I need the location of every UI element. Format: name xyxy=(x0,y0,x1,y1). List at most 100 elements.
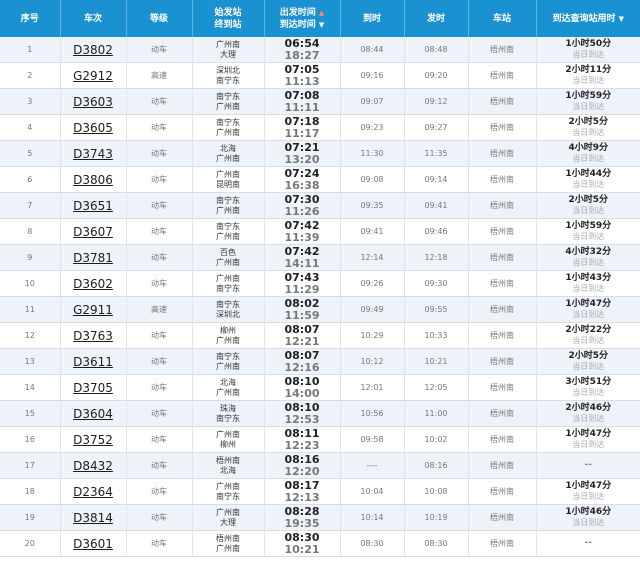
row-seq: 9 xyxy=(0,244,61,271)
row-station: 梧州南 xyxy=(468,322,537,349)
sort-ascending-icon[interactable]: ▲ xyxy=(319,9,324,17)
duration-value: -- xyxy=(584,460,592,470)
col-dep-arr-sort[interactable]: 出发时间 ▲ 到达时间 ▼ xyxy=(264,0,341,37)
arrival-time: 16:38 xyxy=(284,178,320,192)
col-arrive: 到时 xyxy=(340,0,405,37)
train-number-link[interactable]: D3602 xyxy=(73,277,113,291)
destination-station: 广州南 xyxy=(216,387,240,397)
train-number-link[interactable]: D3802 xyxy=(73,43,113,57)
row-seq: 3 xyxy=(0,88,61,115)
arrival-time: 11:17 xyxy=(284,126,320,140)
row-stations: 北海 广州南 xyxy=(192,374,265,401)
row-stations: 广州南 大理 xyxy=(192,504,265,531)
train-number-link[interactable]: D3743 xyxy=(73,147,113,161)
col-station: 车站 xyxy=(468,0,537,37)
arrival-time: 11:11 xyxy=(284,100,320,114)
departure-time: 08:17 xyxy=(284,478,320,492)
arrival-time: 11:13 xyxy=(284,74,320,88)
row-stations: 梧州南 北海 xyxy=(192,452,265,479)
same-day-note: 当日到达 xyxy=(572,284,605,293)
train-number-link[interactable]: D3603 xyxy=(73,95,113,109)
departure-time: 07:05 xyxy=(284,62,320,76)
row-arrive-at-station: ---- xyxy=(340,452,405,479)
table-row: 8 D3607 动车 南宁东 广州南 07:42 11:39 09:41 09:46 梧州南 1小时… xyxy=(0,218,640,245)
col-grade: 等级 xyxy=(126,0,193,37)
table-row: 2 G2912 高速 深圳北 南宁东 07:05 11:13 09:16 09:20 梧州南 2小时… xyxy=(0,62,640,89)
arrival-time: 11:39 xyxy=(284,230,320,244)
train-number-link[interactable]: D3814 xyxy=(73,511,113,525)
row-seq: 10 xyxy=(0,270,61,297)
train-number-link[interactable]: D3806 xyxy=(73,173,113,187)
row-train-type: 动车 xyxy=(126,37,193,63)
row-arrive-at-station: 09:49 xyxy=(340,296,405,323)
table-row: 1 D3802 动车 广州南 大理 06:54 18:27 08:44 08:48 梧州南 1小时5… xyxy=(0,37,640,63)
train-number-link[interactable]: D3752 xyxy=(73,433,113,447)
row-station: 梧州南 xyxy=(468,114,537,141)
row-duration: 2小时11分 当日到达 xyxy=(536,62,640,89)
row-seq: 7 xyxy=(0,192,61,219)
row-times: 06:54 18:27 xyxy=(264,37,341,63)
train-number-link[interactable]: D3604 xyxy=(73,407,113,421)
row-train-type: 动车 xyxy=(126,504,193,531)
train-number-link[interactable]: D3605 xyxy=(73,121,113,135)
row-depart-from-station: 11:00 xyxy=(404,400,469,427)
row-stations: 北海 广州南 xyxy=(192,140,265,167)
row-train-type: 动车 xyxy=(126,426,193,453)
row-depart-from-station: 09:30 xyxy=(404,270,469,297)
row-train-type: 动车 xyxy=(126,140,193,167)
train-number-link[interactable]: G2911 xyxy=(73,303,113,317)
origin-station: 南宁东 xyxy=(216,299,240,309)
origin-station: 广州南 xyxy=(216,169,240,179)
train-number-link[interactable]: D3781 xyxy=(73,251,113,265)
train-number-link[interactable]: G2912 xyxy=(73,69,113,83)
sort-dropdown-icon[interactable]: ▼ xyxy=(619,15,624,23)
train-number-link[interactable]: D3705 xyxy=(73,381,113,395)
train-number-link[interactable]: D2364 xyxy=(73,485,113,499)
row-depart-from-station: 10:21 xyxy=(404,348,469,375)
train-number-link[interactable]: D8432 xyxy=(73,459,113,473)
row-train-cell: D3802 xyxy=(60,37,127,63)
row-station: 梧州南 xyxy=(468,374,537,401)
departure-time: 07:42 xyxy=(284,218,320,232)
train-number-link[interactable]: D3601 xyxy=(73,537,113,551)
table-row: 4 D3605 动车 南宁东 广州南 07:18 11:17 09:23 09:27 梧州南 2小时… xyxy=(0,114,640,141)
train-number-link[interactable]: D3763 xyxy=(73,329,113,343)
row-train-cell: D3752 xyxy=(60,426,127,453)
origin-station: 广州南 xyxy=(216,507,240,517)
destination-station: 北海 xyxy=(220,465,236,475)
destination-station: 南宁东 xyxy=(216,75,240,85)
table-row: 20 D3601 动车 梧州南 广州南 08:30 10:21 08:30 08:30 梧州南 -- xyxy=(0,530,640,557)
train-timetable: 序号 车次 等级 始发站 终到站 出发时间 ▲ 到达时间 ▼ 到时 发时 车站 xyxy=(0,0,640,557)
sort-descending-icon[interactable]: ▼ xyxy=(319,21,324,29)
row-arrive-at-station: 09:26 xyxy=(340,270,405,297)
row-duration: 1小时59分 当日到达 xyxy=(536,88,640,115)
row-depart-from-station: 10:33 xyxy=(404,322,469,349)
row-arrive-at-station: 09:35 xyxy=(340,192,405,219)
col-dest-label: 终到站 xyxy=(214,19,242,30)
departure-time: 08:30 xyxy=(284,530,320,544)
row-train-cell: G2911 xyxy=(60,296,127,323)
train-number-link[interactable]: D3651 xyxy=(73,199,113,213)
row-times: 08:16 12:20 xyxy=(264,452,341,479)
row-duration: 1小时59分 当日到达 xyxy=(536,218,640,245)
train-number-link[interactable]: D3607 xyxy=(73,225,113,239)
arrival-time: 14:00 xyxy=(284,386,320,400)
row-seq: 8 xyxy=(0,218,61,245)
row-seq: 12 xyxy=(0,322,61,349)
table-row: 6 D3806 动车 广州南 昆明南 07:24 16:38 09:08 09:14 梧州南 1小时… xyxy=(0,166,640,193)
row-duration: 1小时46分 当日到达 xyxy=(536,504,640,531)
duration-value: 2小时5分 xyxy=(568,195,609,205)
row-seq: 11 xyxy=(0,296,61,323)
duration-value: 1小时43分 xyxy=(565,273,612,283)
row-station: 梧州南 xyxy=(468,62,537,89)
train-number-link[interactable]: D3611 xyxy=(73,355,113,369)
same-day-note: 当日到达 xyxy=(572,258,605,267)
table-row: 5 D3743 动车 北海 广州南 07:21 13:20 11:30 11:35 梧州南 4小时9… xyxy=(0,140,640,167)
row-depart-from-station: 12:18 xyxy=(404,244,469,271)
table-row: 15 D3604 动车 珠海 南宁东 08:10 12:53 10:56 11:00 梧州南 2小时… xyxy=(0,400,640,427)
origin-station: 百色 xyxy=(220,247,236,257)
row-arrive-at-station: 08:44 xyxy=(340,37,405,63)
row-seq: 2 xyxy=(0,62,61,89)
col-query-arrival-sort[interactable]: 到达查询站用时 ▼ xyxy=(536,0,640,37)
destination-station: 广州南 xyxy=(216,257,240,267)
